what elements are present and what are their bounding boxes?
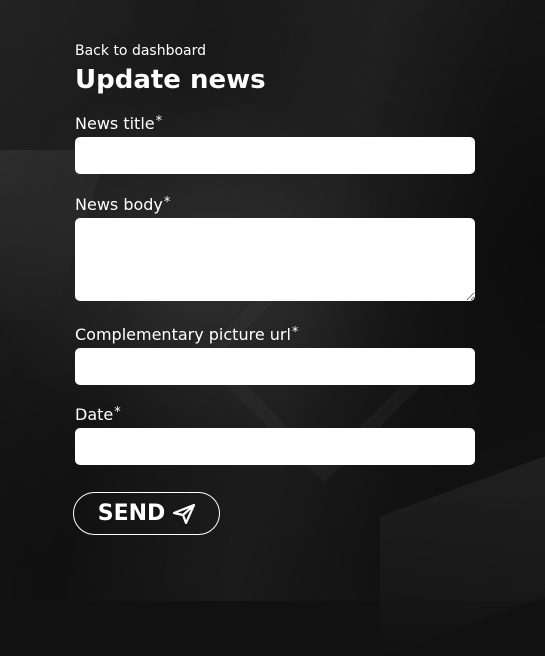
news-title-label: News title* <box>75 114 475 133</box>
picture-url-label: Complementary picture url* <box>75 325 475 344</box>
field-news-body: News body* <box>75 195 475 301</box>
news-body-textarea[interactable] <box>75 218 475 301</box>
required-mark: * <box>155 114 163 129</box>
required-mark: * <box>114 405 121 420</box>
send-button-label: SEND <box>97 501 166 526</box>
date-input[interactable] <box>75 428 475 465</box>
page-title: Update news <box>75 65 266 95</box>
send-icon <box>173 503 196 524</box>
required-mark: * <box>163 195 171 210</box>
picture-url-input[interactable] <box>75 348 475 385</box>
picture-url-label-text: Complementary picture url <box>75 325 291 344</box>
send-button[interactable]: SEND <box>73 492 220 535</box>
required-mark: * <box>291 325 299 340</box>
field-news-title: News title* <box>75 114 475 174</box>
field-picture-url: Complementary picture url* <box>75 325 475 385</box>
news-body-label-text: News body <box>75 195 163 214</box>
date-label-text: Date <box>75 405 114 424</box>
news-title-label-text: News title <box>75 114 155 133</box>
field-date: Date* <box>75 405 475 465</box>
news-body-label: News body* <box>75 195 475 214</box>
back-to-dashboard-link[interactable]: Back to dashboard <box>75 43 206 59</box>
news-title-input[interactable] <box>75 137 475 174</box>
date-label: Date* <box>75 405 475 424</box>
update-news-form: Back to dashboard Update news News title… <box>75 40 475 465</box>
